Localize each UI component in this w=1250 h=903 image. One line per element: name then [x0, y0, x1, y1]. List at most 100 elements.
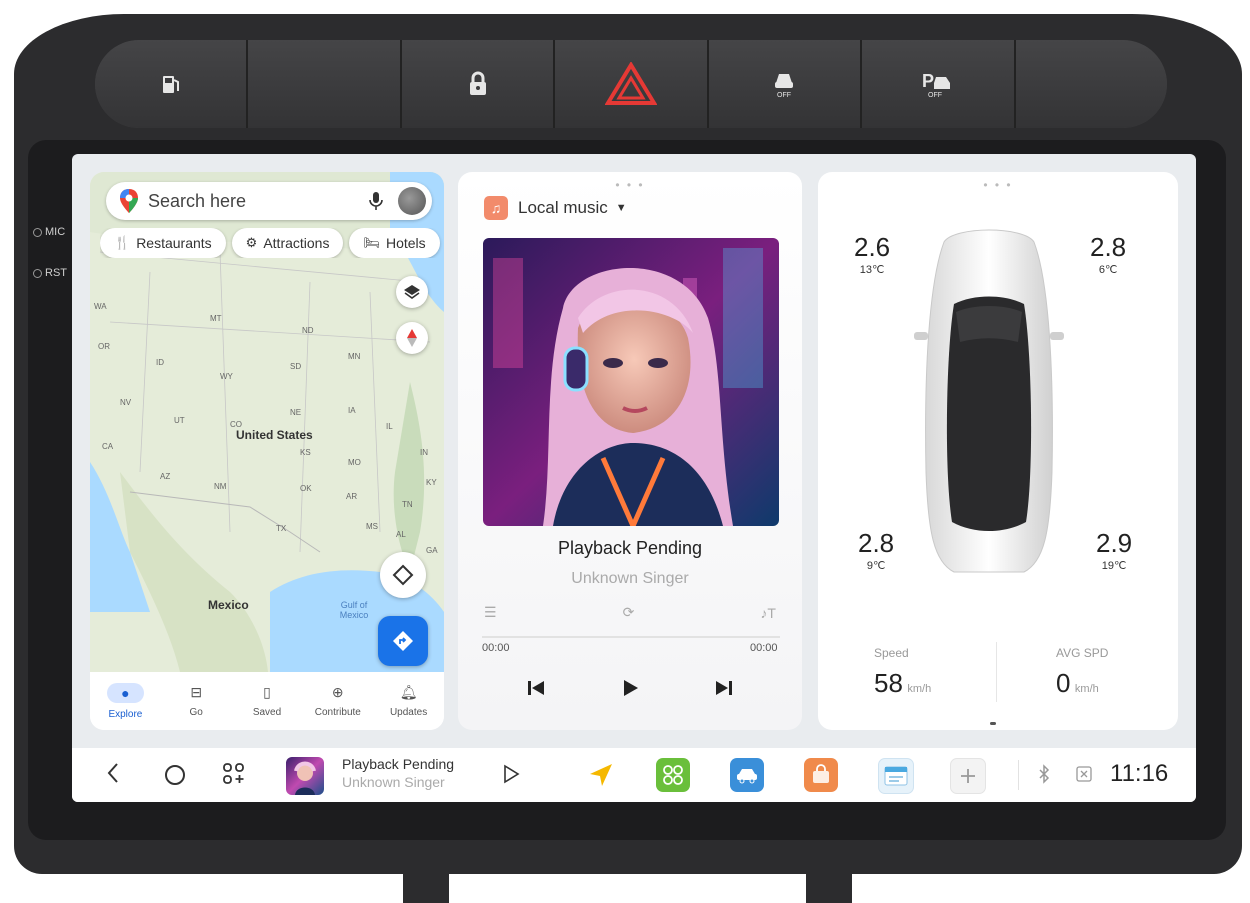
state-label: IA: [348, 406, 356, 415]
directions-button[interactable]: [378, 616, 428, 666]
shopping-bag-icon: [813, 764, 829, 783]
chip-label: Hotels: [385, 235, 426, 251]
nav-saved[interactable]: ▯ Saved: [232, 672, 303, 730]
state-label: OK: [300, 484, 312, 493]
nav-explore[interactable]: ● Explore: [90, 672, 161, 730]
music-note-icon: ♫: [484, 196, 508, 220]
add-shortcut-button[interactable]: [950, 758, 986, 794]
state-label: NE: [290, 408, 302, 417]
tire-rear-right: 2.9 19℃: [1096, 528, 1132, 572]
blank-button-1[interactable]: [248, 40, 402, 128]
now-playing-title: Playback Pending: [342, 756, 455, 772]
state-label: MS: [366, 522, 378, 531]
google-maps-pin-icon: [120, 189, 138, 213]
time-current: 00:00: [482, 642, 510, 654]
tire-pressure: 2.8: [1090, 232, 1127, 262]
location-target-icon: [392, 564, 414, 586]
chip-restaurants[interactable]: 🍴 Restaurants: [100, 228, 226, 258]
no-signal-status[interactable]: [1076, 766, 1092, 782]
country-label: United States: [236, 428, 313, 442]
state-label: KS: [300, 448, 311, 457]
layers-icon: [404, 285, 420, 299]
state-label: AZ: [160, 472, 171, 481]
drag-handle[interactable]: • • •: [615, 178, 644, 192]
nav-updates[interactable]: 🔔︎ Updates: [373, 672, 444, 730]
account-avatar[interactable]: [398, 187, 426, 215]
commute-icon: ⊟: [190, 684, 203, 700]
lock-icon: [469, 71, 486, 95]
svg-text:OFF: OFF: [928, 92, 942, 99]
compass-button[interactable]: [396, 322, 428, 354]
dock-play-button[interactable]: [502, 764, 520, 784]
dropdown-caret-icon: ▼: [615, 202, 627, 214]
map-canvas[interactable]: MT ND OR SD MN WY ID NV UT NE IA CA CO K…: [90, 172, 444, 672]
bluetooth-icon: [1039, 764, 1050, 784]
now-playing-thumbnail[interactable]: [286, 757, 324, 795]
play-icon[interactable]: [620, 678, 640, 698]
back-chevron-icon: [107, 763, 118, 783]
next-track-icon[interactable]: [714, 678, 734, 698]
hazard-button[interactable]: [555, 40, 709, 128]
my-location-button[interactable]: [380, 552, 426, 598]
app-drawer-button[interactable]: [222, 762, 246, 786]
now-playing-info[interactable]: Playback Pending Unknown Singer: [342, 756, 454, 790]
play-outline-icon: [504, 764, 520, 784]
playlist-icon[interactable]: ☰: [484, 604, 497, 621]
bluetooth-status[interactable]: [1038, 764, 1050, 784]
bell-icon: 🔔︎: [399, 684, 418, 700]
search-input[interactable]: Search here: [148, 191, 368, 212]
map-search-bar[interactable]: Search here: [106, 182, 432, 220]
rst-label[interactable]: RST: [33, 267, 67, 279]
state-label: KY: [426, 478, 437, 487]
drag-handle[interactable]: • • •: [983, 178, 1012, 192]
chip-attractions[interactable]: ⚙ Attractions: [231, 228, 344, 258]
home-circle-icon: [165, 765, 185, 785]
svg-text:P: P: [922, 71, 934, 91]
tire-temp: 13℃: [859, 264, 885, 276]
svg-text:OFF: OFF: [777, 92, 791, 99]
fuel-cap-button[interactable]: [95, 40, 249, 128]
nav-go[interactable]: ⊟ Go: [161, 672, 232, 730]
state-label: MT: [210, 314, 222, 323]
lock-button[interactable]: [401, 40, 556, 128]
music-source-selector[interactable]: ♫ Local music ▼: [484, 196, 627, 220]
navigation-arrow-icon: [590, 764, 612, 786]
repeat-icon[interactable]: ⟳: [623, 604, 635, 621]
app-store-button[interactable]: [804, 758, 838, 792]
tire-temp: 6℃: [1098, 264, 1118, 276]
lyrics-icon[interactable]: ♪T: [760, 605, 776, 621]
compass-icon: [407, 329, 417, 347]
layers-button[interactable]: [396, 276, 428, 308]
home-button[interactable]: [164, 764, 186, 786]
category-chips: 🍴 Restaurants ⚙ Attractions 🛏 Hotels: [100, 228, 444, 258]
speed-divider: [996, 642, 997, 702]
esp-off-button[interactable]: OFF: [708, 40, 863, 128]
navigation-app-button[interactable]: [588, 762, 614, 788]
browser-app-button[interactable]: [878, 758, 914, 794]
reset-hole-icon: [33, 268, 42, 278]
car-top-view-image: [914, 229, 1064, 573]
speed-readout: 58 km/h: [874, 668, 931, 699]
nav-label: Explore: [108, 708, 143, 720]
fork-knife-icon: 🍴: [114, 235, 131, 250]
blank-button-2[interactable]: [1015, 40, 1167, 128]
progress-bar[interactable]: [482, 636, 780, 638]
previous-track-icon[interactable]: [526, 678, 546, 698]
chip-hotels[interactable]: 🛏 Hotels: [349, 228, 440, 258]
directions-icon: [393, 631, 413, 651]
tire-temp: 19℃: [1101, 560, 1127, 572]
microphone-icon[interactable]: [368, 191, 384, 211]
bookmark-icon: ▯: [263, 684, 271, 700]
back-button[interactable]: [106, 762, 120, 784]
nav-contribute[interactable]: ⊕ Contribute: [302, 672, 373, 730]
apps-launcher-button[interactable]: [656, 758, 690, 792]
park-assist-off-button[interactable]: P OFF: [862, 40, 1016, 128]
playback-controls: [458, 678, 802, 698]
album-thumb-image: [294, 761, 316, 795]
track-artist: Unknown Singer: [571, 570, 689, 587]
chip-label: Restaurants: [136, 235, 212, 251]
nav-label: Go: [189, 707, 203, 718]
car-settings-button[interactable]: [730, 758, 764, 792]
state-label: OR: [98, 342, 110, 351]
esp-off-icon: OFF: [775, 74, 794, 99]
